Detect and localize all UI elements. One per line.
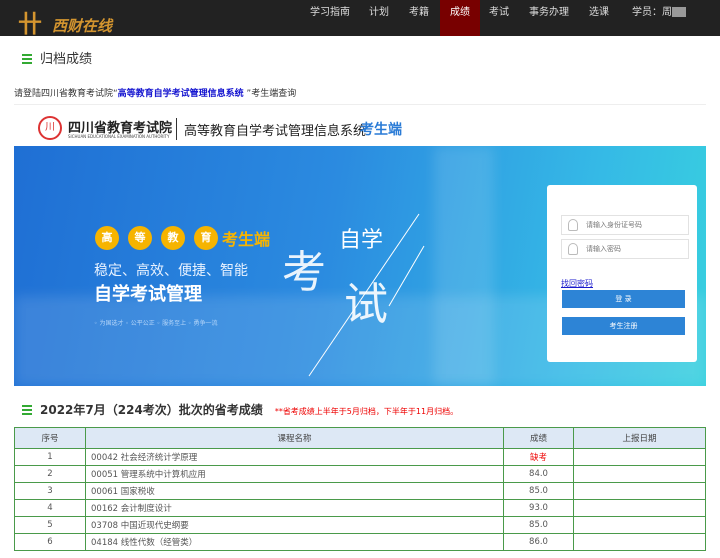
nav-user[interactable]: 学员：周 <box>624 0 694 36</box>
archive-note: **省考成绩上半年于5月归档，下半年于11月归档。 <box>274 407 459 416</box>
section-title-text: 2022年7月（224考次）批次的省考成绩 <box>40 403 263 417</box>
table-row: 3 00061 国家税收 85.0 <box>14 482 706 500</box>
row-index: 3 <box>14 482 86 500</box>
logo-icon: 卄 <box>18 10 42 38</box>
table-row: 6 04184 线性代数（经管类） 86.0 <box>14 533 706 551</box>
row-date <box>573 448 706 466</box>
system-link[interactable]: 高等教育自学考试管理信息系统 <box>118 89 244 99</box>
nav-scores[interactable]: 成绩 <box>440 0 480 36</box>
nav-plan[interactable]: 计划 <box>362 0 396 36</box>
authority-seal-icon: 川 <box>38 116 62 140</box>
badge-jiao: 教 <box>161 226 185 250</box>
banner-tags: ◦ 为国选才 ◦ 公平公正 ◦ 服务至上 ◦ 勇争一流 <box>94 320 218 327</box>
system-name: 高等教育自学考试管理信息系统 <box>184 124 367 139</box>
page-title-text: 归档成绩 <box>40 52 93 67</box>
row-course: 00042 社会经济统计学原理 <box>85 448 504 466</box>
id-placeholder: 请输入身份证号码 <box>586 221 642 229</box>
row-score: 85.0 <box>503 482 574 500</box>
redacted-name <box>672 7 686 17</box>
banner-subtitle: 考生端 <box>222 230 271 249</box>
user-icon <box>568 219 578 231</box>
badge-gao: 高 <box>95 226 119 250</box>
org-en: SICHUAN EDUCATIONAL EXAMINATION AUTHORIT… <box>68 134 170 139</box>
col-course: 课程名称 <box>85 427 504 449</box>
row-score: 85.0 <box>503 516 574 534</box>
top-nav: 卄西财在线 学习指南 计划 考籍 成绩 考试 事务办理 选课 学员：周 <box>0 0 720 38</box>
notice-suffix: ”考生端查询 <box>243 89 297 99</box>
logo[interactable]: 卄西财在线 <box>18 4 118 38</box>
list-icon <box>22 405 32 415</box>
nav-course-select[interactable]: 选课 <box>582 0 616 36</box>
scores-table: 序号 课程名称 成绩 上报日期 1 00042 社会经济统计学原理 缺考 2 00051… <box>14 427 706 551</box>
row-index: 2 <box>14 465 86 483</box>
col-date: 上报日期 <box>573 427 706 449</box>
nav-study-guide[interactable]: 学习指南 <box>302 0 358 36</box>
banner-headline: 自学考试管理 <box>94 284 202 305</box>
table-row: 4 00162 会计制度设计 93.0 <box>14 499 706 517</box>
notice-prefix: 请登陆四川省教育考试院“ <box>14 89 118 99</box>
decorative-lines <box>308 213 425 377</box>
table-row: 2 00051 管理系统中计算机应用 84.0 <box>14 465 706 483</box>
row-score: 93.0 <box>503 499 574 517</box>
separator <box>176 118 177 140</box>
password-placeholder: 请输入密码 <box>586 245 621 253</box>
row-date <box>573 499 706 517</box>
forgot-password-link[interactable]: 找回密码 <box>561 278 593 289</box>
row-course: 00162 会计制度设计 <box>85 499 504 517</box>
banner: 高 等 教 育 考生端 稳定、高效、便捷、智能 自学考试管理 ◦ 为国选才 ◦ … <box>14 146 706 386</box>
banner-header: 川 四川省教育考试院 SICHUAN EDUCATIONAL EXAMINATI… <box>38 114 438 144</box>
row-course: 00051 管理系统中计算机应用 <box>85 465 504 483</box>
table-row: 1 00042 社会经济统计学原理 缺考 <box>14 448 706 466</box>
nav-exam[interactable]: 考试 <box>482 0 516 36</box>
user-label: 学员：周 <box>632 7 672 18</box>
row-date <box>573 516 706 534</box>
table-row: 5 03708 中国近现代史纲要 85.0 <box>14 516 706 534</box>
row-date <box>573 533 706 551</box>
row-score: 84.0 <box>503 465 574 483</box>
lock-icon <box>568 243 578 255</box>
badge-yu: 育 <box>194 226 218 250</box>
row-date <box>573 482 706 500</box>
login-button[interactable]: 登 录 <box>562 290 685 308</box>
section-title: 2022年7月（224考次）批次的省考成绩 **省考成绩上半年于5月归档，下半年于… <box>22 401 458 418</box>
id-input[interactable]: 请输入身份证号码 <box>561 215 689 235</box>
row-course: 00061 国家税收 <box>85 482 504 500</box>
row-course: 04184 线性代数（经管类） <box>85 533 504 551</box>
row-date <box>573 465 706 483</box>
register-button[interactable]: 考生注册 <box>562 317 685 335</box>
badge-deng: 等 <box>128 226 152 250</box>
list-icon <box>22 54 32 64</box>
col-index: 序号 <box>14 427 86 449</box>
page-title: 归档成绩 <box>22 48 92 67</box>
row-course: 03708 中国近现代史纲要 <box>85 516 504 534</box>
row-index: 4 <box>14 499 86 517</box>
banner-slogan: 稳定、高效、便捷、智能 <box>94 263 248 279</box>
notice: 请登陆四川省教育考试院“高等教育自学考试管理信息系统 ”考生端查询 <box>14 86 296 99</box>
nav-affairs[interactable]: 事务办理 <box>522 0 576 36</box>
divider <box>14 104 706 105</box>
logo-text: 西财在线 <box>52 17 113 35</box>
row-index: 6 <box>14 533 86 551</box>
row-score: 86.0 <box>503 533 574 551</box>
row-index: 5 <box>14 516 86 534</box>
password-input[interactable]: 请输入密码 <box>561 239 689 259</box>
nav-records[interactable]: 考籍 <box>402 0 436 36</box>
col-score: 成绩 <box>503 427 574 449</box>
row-score: 缺考 <box>503 448 574 466</box>
row-index: 1 <box>14 448 86 466</box>
login-panel: 请输入身份证号码 请输入密码 找回密码 登 录 考生注册 <box>547 185 697 362</box>
system-suffix: 考生端 <box>360 122 402 138</box>
